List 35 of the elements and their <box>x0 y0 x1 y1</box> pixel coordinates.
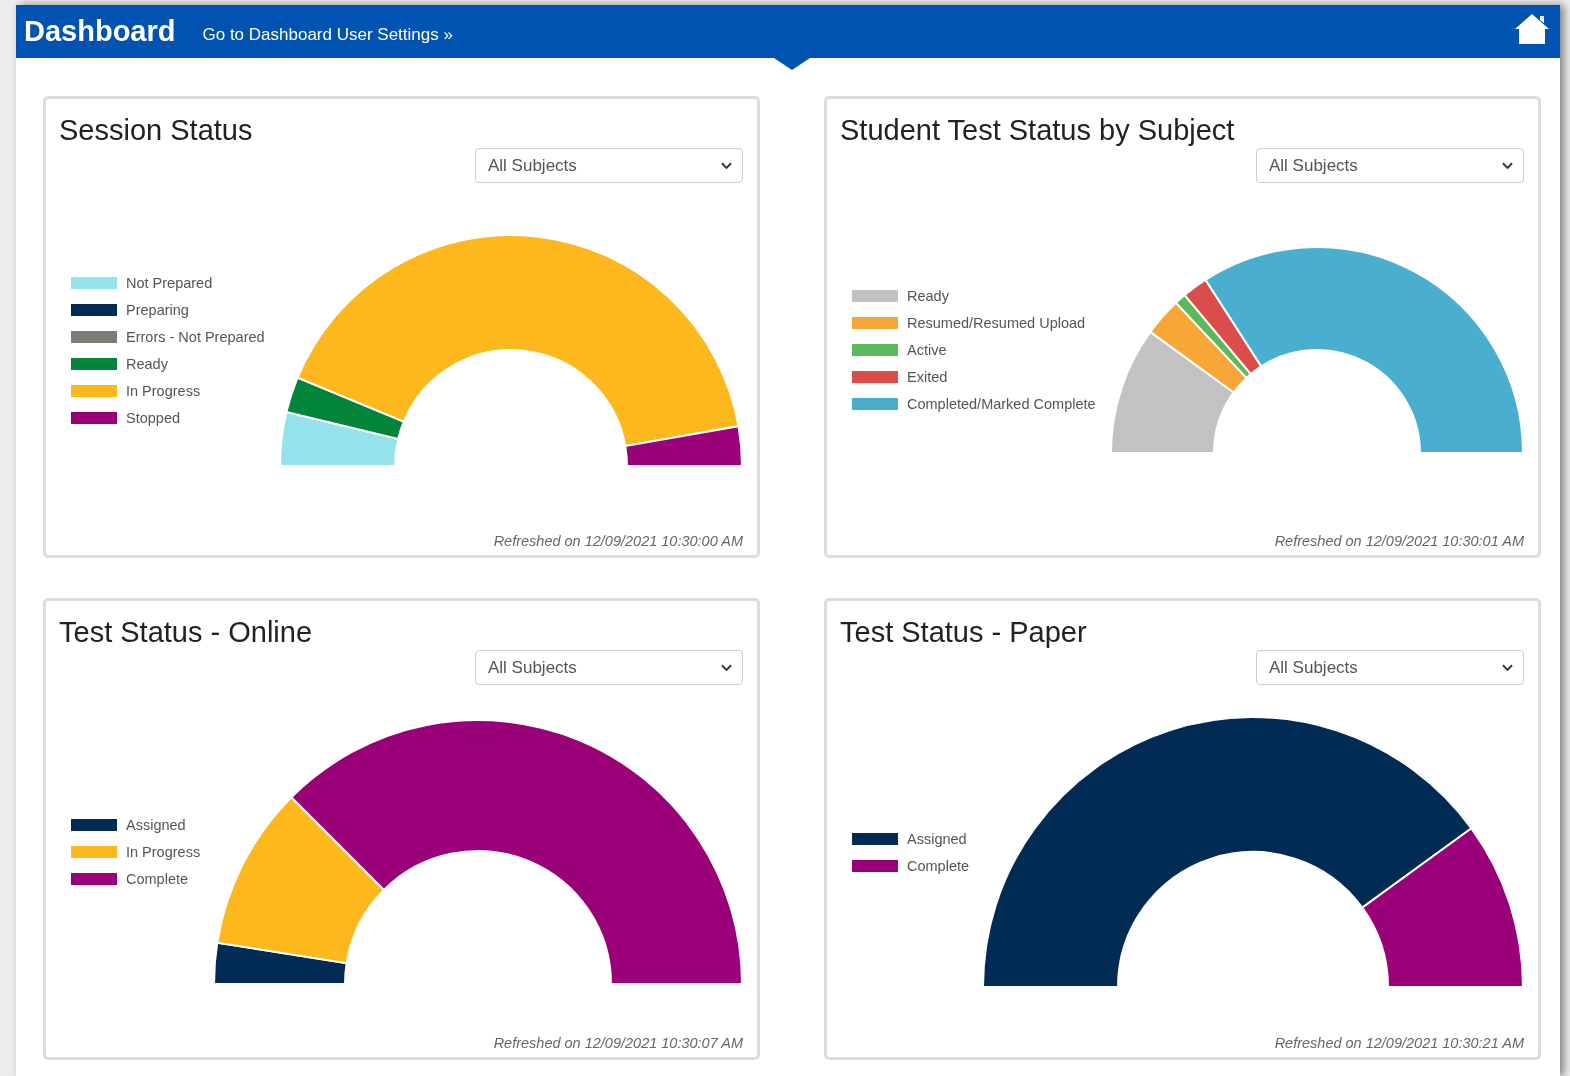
legend-label: Active <box>907 342 947 358</box>
legend-label: In Progress <box>126 382 201 399</box>
legend-label: Assigned <box>907 830 967 847</box>
chevron-down-icon <box>1502 161 1513 170</box>
chevron-down-icon <box>1502 663 1513 672</box>
legend-label: Completed/Marked Complete <box>907 396 1096 412</box>
legend-label: Ready <box>907 288 949 304</box>
card-title: Student Test Status by Subject <box>840 113 1236 147</box>
refresh-timestamp: Refreshed on 12/09/2021 10:30:00 AM <box>492 533 743 549</box>
subject-dropdown[interactable]: All Subjects <box>1256 650 1524 685</box>
subject-dropdown[interactable]: All Subjects <box>1256 148 1524 183</box>
legend-label: In Progress <box>126 844 201 860</box>
legend-label: Ready <box>126 355 168 372</box>
card-title: Session Status <box>59 113 254 147</box>
settings-link[interactable]: Go to Dashboard User Settings » <box>202 24 453 45</box>
subject-dropdown[interactable]: All Subjects <box>475 650 743 685</box>
legend-label: Stopped <box>126 409 181 426</box>
legend-label: Complete <box>907 857 970 874</box>
subject-dropdown[interactable]: All Subjects <box>475 148 743 183</box>
refresh-timestamp: Refreshed on 12/09/2021 10:30:07 AM <box>492 1035 743 1051</box>
legend-label: Complete <box>126 871 189 887</box>
legend-label: Resumed/Resumed Upload <box>907 315 1086 331</box>
legend-label: Assigned <box>126 817 186 833</box>
chevron-down-icon <box>721 663 732 672</box>
card-title: Test Status - Online <box>59 615 314 649</box>
legend-label: Not Prepared <box>126 274 213 291</box>
legend-label: Exited <box>907 369 948 385</box>
refresh-timestamp: Refreshed on 12/09/2021 10:30:21 AM <box>1273 1035 1524 1051</box>
home-icon[interactable] <box>1514 12 1550 45</box>
legend-label: Preparing <box>126 301 189 318</box>
card-title: Test Status - Paper <box>840 615 1088 649</box>
dashboard-title: Dashboard <box>24 15 176 48</box>
legend-label: Errors - Not Prepared <box>126 328 265 345</box>
refresh-timestamp: Refreshed on 12/09/2021 10:30:01 AM <box>1273 533 1524 549</box>
chevron-down-icon <box>721 161 732 170</box>
